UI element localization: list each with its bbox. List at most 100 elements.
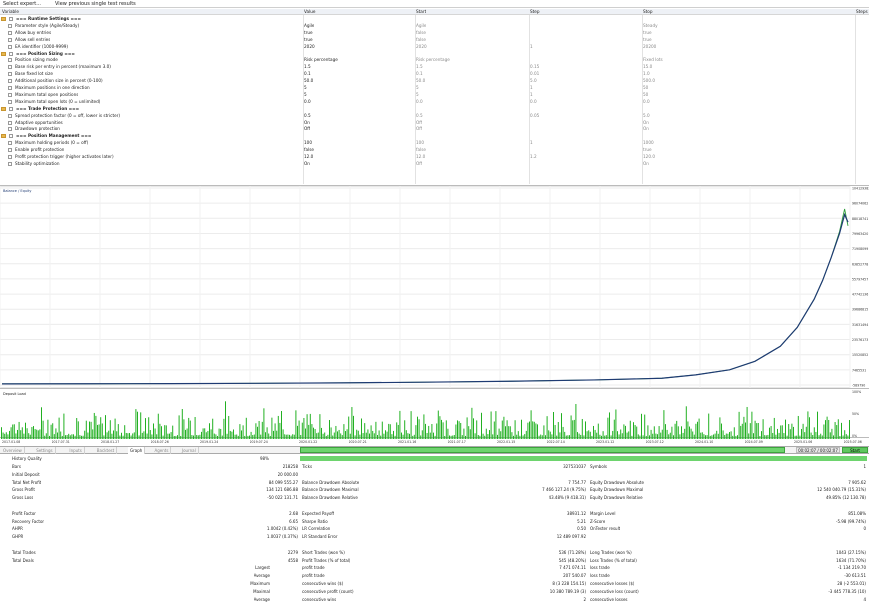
param-start[interactable]: 1.5 — [416, 64, 423, 70]
param-value[interactable]: 50.0 — [304, 78, 313, 84]
param-stop[interactable]: 500.0 — [643, 78, 655, 84]
param-stop[interactable]: 50 — [643, 92, 648, 98]
param-stop[interactable]: 20200 — [643, 44, 656, 50]
param-stop[interactable]: true — [643, 37, 652, 43]
param-checkbox[interactable] — [8, 86, 12, 90]
param-row[interactable]: Profit protection trigger (higher activa… — [0, 154, 869, 160]
param-value[interactable]: 1.5 — [304, 64, 311, 70]
param-step[interactable]: 0.01 — [530, 71, 539, 77]
group-checkbox[interactable] — [9, 17, 13, 21]
param-value[interactable]: 100 — [304, 140, 312, 146]
param-stop[interactable]: On — [643, 161, 649, 167]
tab-graph[interactable]: Graph — [128, 447, 146, 454]
param-value[interactable]: 5 — [304, 85, 307, 91]
param-checkbox[interactable] — [8, 120, 12, 125]
param-stop[interactable]: 15.0 — [643, 64, 652, 70]
param-start[interactable]: 2020 — [416, 44, 427, 50]
param-row[interactable]: Maximum positions in one direction 5 5 1 50 — [0, 85, 869, 91]
param-start[interactable]: 0.1 — [416, 71, 423, 77]
param-checkbox[interactable] — [8, 72, 12, 77]
param-group-row[interactable]: === Runtime Settings === — [0, 16, 869, 22]
group-checkbox[interactable] — [9, 106, 13, 111]
param-checkbox[interactable] — [8, 79, 12, 84]
param-group-row[interactable]: === Position Sizing === — [0, 51, 869, 57]
param-stop[interactable]: On — [643, 126, 649, 132]
param-row[interactable]: EA identifier (1000-9999) 2020 2020 1 20200 — [0, 44, 869, 50]
param-row[interactable]: Maximum total open positions 5 5 1 50 — [0, 92, 869, 98]
param-start[interactable]: Risk percentage — [416, 57, 450, 63]
param-row[interactable]: Allow buy entries true false true — [0, 30, 869, 36]
param-value[interactable]: Agile — [304, 23, 314, 29]
param-checkbox[interactable] — [8, 99, 12, 104]
param-row[interactable]: Spread protection factor (0 = off, lower… — [0, 113, 869, 119]
param-row[interactable]: Drawdown protection Off Off On — [0, 126, 869, 132]
param-row[interactable]: Allow sell entries true false true — [0, 37, 869, 43]
group-checkbox[interactable] — [9, 51, 13, 56]
param-value[interactable]: 0.5 — [304, 113, 311, 119]
param-checkbox[interactable] — [8, 148, 12, 153]
param-start[interactable]: 0.5 — [416, 113, 423, 119]
param-start[interactable]: Off — [416, 126, 422, 132]
param-step[interactable]: 1 — [530, 140, 533, 146]
param-value[interactable]: 0.0 — [304, 99, 311, 105]
param-start[interactable]: 12.0 — [416, 154, 425, 160]
param-checkbox[interactable] — [8, 141, 12, 146]
param-value[interactable]: 2020 — [304, 44, 315, 50]
param-stop[interactable]: On — [643, 120, 649, 126]
param-group-row[interactable]: === Trade Protection === — [0, 106, 869, 112]
param-checkbox[interactable] — [8, 155, 12, 159]
param-checkbox[interactable] — [8, 127, 12, 132]
param-checkbox[interactable] — [8, 23, 12, 28]
param-value[interactable]: 0.1 — [304, 71, 311, 77]
param-checkbox[interactable] — [8, 58, 12, 63]
param-row[interactable]: Base fixed lot size 0.1 0.1 0.01 1.0 — [0, 71, 869, 77]
tab-journal[interactable]: Journal — [180, 447, 199, 454]
start-button[interactable]: Start — [842, 447, 868, 453]
param-step[interactable]: 1 — [530, 44, 533, 50]
param-group-row[interactable]: === Position Management === — [0, 133, 869, 139]
param-row[interactable]: Enable profit protection false false true — [0, 147, 869, 153]
param-step[interactable]: 0.0 — [530, 99, 537, 105]
param-row[interactable]: Base risk per entry in percent (maximum … — [0, 64, 869, 70]
group-checkbox[interactable] — [9, 134, 13, 139]
param-start[interactable]: 5 — [416, 92, 419, 98]
param-checkbox[interactable] — [8, 44, 12, 49]
view-results-select[interactable]: View previous single test results — [55, 1, 136, 7]
param-stop[interactable]: 0.0 — [643, 99, 650, 105]
param-stop[interactable]: 1000 — [643, 140, 654, 146]
param-start[interactable]: false — [416, 30, 426, 36]
param-value[interactable]: false — [304, 147, 314, 153]
param-row[interactable]: Maximum total open lots (0 = unlimited) 0… — [0, 99, 869, 105]
param-checkbox[interactable] — [8, 30, 12, 35]
param-stop[interactable]: true — [643, 147, 652, 153]
param-start[interactable]: false — [416, 37, 426, 43]
param-checkbox[interactable] — [8, 37, 12, 42]
param-start[interactable]: false — [416, 147, 426, 153]
param-row[interactable]: Additional position size in percent (0-1… — [0, 78, 869, 84]
param-step[interactable]: 1.2 — [530, 154, 537, 160]
tab-overview[interactable]: Overview — [1, 447, 25, 454]
param-step[interactable]: 1 — [530, 92, 533, 98]
param-step[interactable]: 0.05 — [530, 113, 539, 119]
param-stop[interactable]: 50 — [643, 85, 648, 91]
param-value[interactable]: true — [304, 30, 313, 36]
param-row[interactable]: Parameter style (Agile/Steady) Agile Agile… — [0, 23, 869, 29]
param-start[interactable]: 5 — [416, 85, 419, 91]
tab-backtest[interactable]: Backtest — [95, 447, 118, 454]
tab-inputs[interactable]: Inputs — [67, 447, 85, 454]
param-row[interactable]: Adaptive opportunities On Off On — [0, 120, 869, 126]
param-row[interactable]: Maximum holding periods (0 = off) 100 100 1… — [0, 140, 869, 146]
param-row[interactable]: Stability optimization On Off On — [0, 161, 869, 167]
param-checkbox[interactable] — [8, 65, 12, 70]
param-checkbox[interactable] — [8, 113, 12, 118]
param-start[interactable]: 0.0 — [416, 99, 423, 105]
param-start[interactable]: 100 — [416, 140, 424, 146]
param-value[interactable]: Off — [304, 126, 310, 132]
param-stop[interactable]: 1.0 — [643, 71, 650, 77]
expert-select[interactable]: Select expert... — [3, 1, 41, 7]
param-stop[interactable]: true — [643, 30, 652, 36]
tab-settings[interactable]: Settings — [34, 447, 56, 454]
param-stop[interactable]: Fixed lots — [643, 57, 663, 63]
param-value[interactable]: On — [304, 120, 310, 126]
param-value[interactable]: 12.0 — [304, 154, 313, 160]
